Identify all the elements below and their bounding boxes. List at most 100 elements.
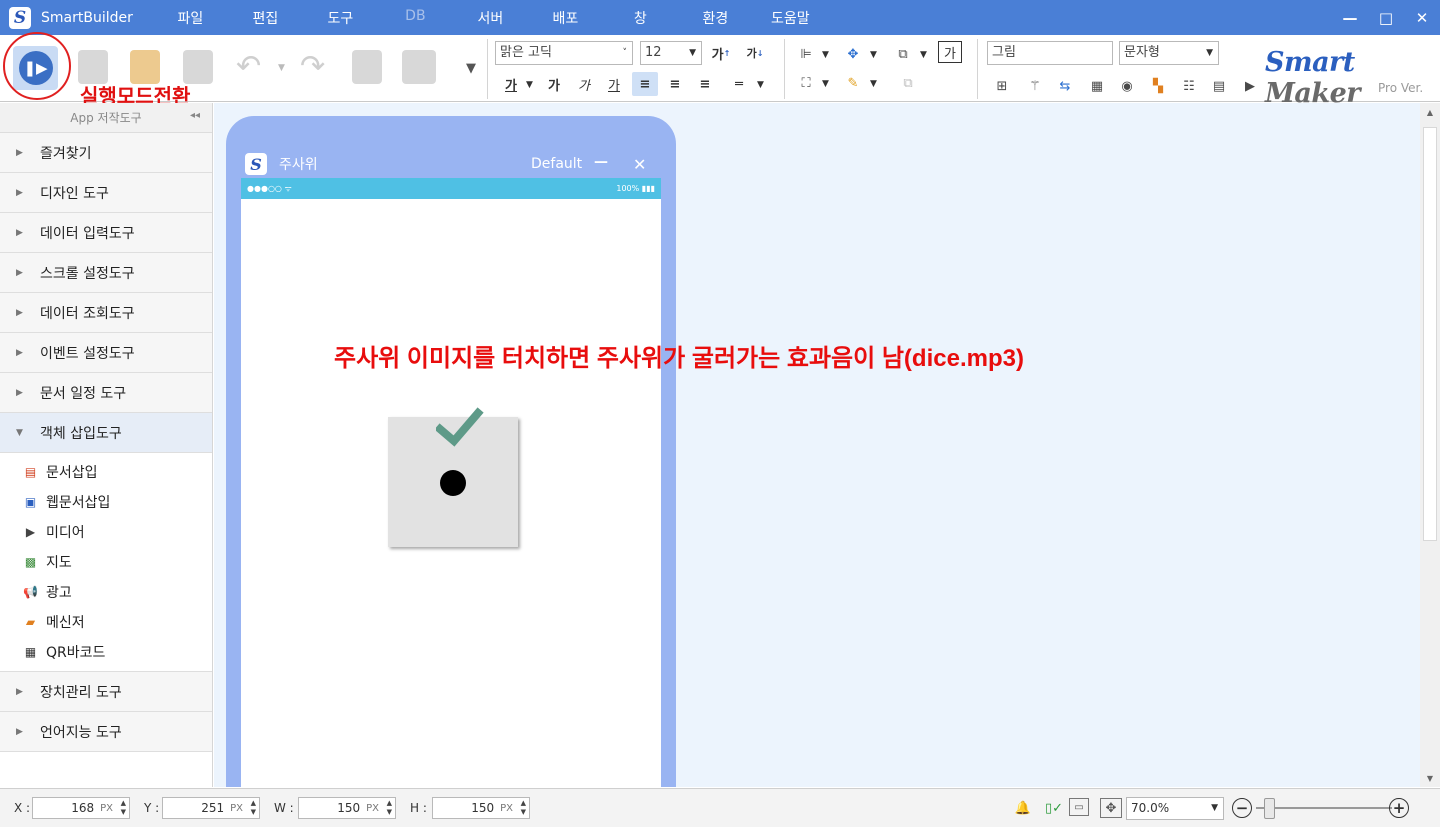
tool-media[interactable]: ▶ 미디어: [0, 517, 212, 547]
maximize-button[interactable]: □: [1368, 0, 1404, 35]
copy-icon[interactable]: [352, 50, 382, 84]
fill-bucket-icon[interactable]: ⛶: [796, 74, 816, 92]
menu-server[interactable]: 서버: [453, 8, 528, 28]
calendar-icon[interactable]: ▦: [1087, 77, 1107, 95]
bell-icon[interactable]: 🔔: [1012, 798, 1034, 818]
scroll-thumb[interactable]: [1423, 127, 1437, 541]
pen-dropdown-icon[interactable]: ▼: [870, 79, 877, 89]
menu-db[interactable]: DB: [378, 8, 453, 28]
palette-icon[interactable]: ▚: [1148, 77, 1168, 95]
category-event-settings[interactable]: ▶ 이벤트 설정도구: [0, 333, 212, 373]
height-input[interactable]: 150 PX ▲ ▼: [432, 797, 530, 819]
font-grow-button[interactable]: 가 ↑: [708, 41, 734, 65]
phone-screen[interactable]: [241, 199, 661, 787]
category-data-input[interactable]: ▶ 데이터 입력도구: [0, 213, 212, 253]
object-type-field[interactable]: 그림: [987, 41, 1113, 65]
undo-icon[interactable]: ↶: [236, 49, 261, 84]
zoom-slider-thumb[interactable]: [1264, 798, 1275, 819]
tool-qr-barcode[interactable]: ▦ QR바코드: [0, 637, 212, 667]
fit-screen-icon[interactable]: ✥: [1100, 798, 1122, 818]
y-spinner-icon[interactable]: ▲ ▼: [251, 799, 256, 817]
fill-dropdown-icon[interactable]: ▼: [822, 79, 829, 89]
vertical-scrollbar[interactable]: ▲ ▼: [1420, 103, 1440, 787]
save-icon[interactable]: [183, 50, 213, 84]
category-device-management[interactable]: ▶ 장치관리 도구: [0, 672, 212, 712]
toolbar-more-icon[interactable]: ▼: [466, 61, 476, 76]
category-scroll-settings[interactable]: ▶ 스크롤 설정도구: [0, 253, 212, 293]
tool-messenger[interactable]: ▰ 메신저: [0, 607, 212, 637]
layer-order-dropdown-icon[interactable]: ▼: [920, 50, 927, 60]
width-input[interactable]: 150 PX ▲ ▼: [298, 797, 396, 819]
h-spinner-icon[interactable]: ▲ ▼: [521, 799, 526, 817]
magic-wand-icon[interactable]: ⚚: [1025, 77, 1045, 95]
line-style-button[interactable]: ═: [724, 72, 754, 96]
text-box-button[interactable]: 가: [938, 41, 962, 63]
collapse-sidebar-icon[interactable]: ◂◂: [190, 110, 200, 121]
swap-icon[interactable]: ⇆: [1055, 77, 1075, 95]
device-minimize-button[interactable]: —: [594, 154, 608, 170]
align-objects-icon[interactable]: ⊫: [796, 45, 816, 63]
group-icon[interactable]: ⧉: [898, 74, 918, 92]
bold-button[interactable]: 가: [541, 72, 567, 96]
zoom-slider-track[interactable]: [1256, 807, 1392, 809]
redo-icon[interactable]: ↷: [300, 49, 325, 84]
tool-ad[interactable]: 📢 광고: [0, 577, 212, 607]
x-spinner-icon[interactable]: ▲ ▼: [121, 799, 126, 817]
y-input[interactable]: 251 PX ▲ ▼: [162, 797, 260, 819]
menu-settings[interactable]: 환경: [678, 8, 753, 28]
pen-color-icon[interactable]: ✎: [843, 74, 863, 92]
move-icon[interactable]: ✥: [843, 45, 863, 63]
align-right-button[interactable]: ≡: [692, 72, 718, 96]
underline-button[interactable]: 가: [601, 72, 627, 96]
device-check-icon[interactable]: ▯✓: [1043, 798, 1065, 818]
line-style-dropdown-icon[interactable]: ▼: [757, 80, 764, 90]
font-color-button[interactable]: 가: [498, 72, 524, 96]
font-color-dropdown-icon[interactable]: ▼: [526, 80, 533, 90]
menu-window[interactable]: 창: [603, 8, 678, 28]
scroll-up-icon[interactable]: ▲: [1420, 103, 1440, 121]
category-favorites[interactable]: ▶ 즐겨찾기: [0, 133, 212, 173]
layout-icon[interactable]: ⊞: [992, 77, 1012, 95]
category-object-insert[interactable]: ▼ 객체 삽입도구: [0, 413, 212, 453]
list-icon[interactable]: ☷: [1179, 77, 1199, 95]
window-icon[interactable]: ▭: [1069, 798, 1089, 816]
open-folder-icon[interactable]: [130, 50, 160, 84]
menu-help[interactable]: 도움말: [753, 8, 828, 28]
device-profile-label[interactable]: Default: [531, 156, 582, 172]
font-family-select[interactable]: 맑은 고딕 ˅: [495, 41, 633, 65]
menu-deploy[interactable]: 배포: [528, 8, 603, 28]
category-data-query[interactable]: ▶ 데이터 조회도구: [0, 293, 212, 333]
font-size-select[interactable]: 12 ▼: [640, 41, 702, 65]
x-input[interactable]: 168 PX ▲ ▼: [32, 797, 130, 819]
font-shrink-button[interactable]: 가 ↓: [742, 41, 768, 65]
category-document-schedule[interactable]: ▶ 문서 일정 도구: [0, 373, 212, 413]
zoom-out-button[interactable]: −: [1232, 798, 1252, 818]
text-type-select[interactable]: 문자형 ▼: [1119, 41, 1219, 65]
italic-button[interactable]: 가: [571, 72, 597, 96]
menu-tools[interactable]: 도구: [303, 8, 378, 28]
page-icon[interactable]: ▤: [1209, 77, 1229, 95]
dice-image[interactable]: [388, 407, 518, 547]
scroll-down-icon[interactable]: ▼: [1420, 769, 1440, 787]
design-canvas[interactable]: S 주사위 Default — ✕ ●●●○○ ᯤ 100% ▮▮▮ 주사위 이…: [214, 103, 1420, 787]
align-objects-dropdown-icon[interactable]: ▼: [822, 50, 829, 60]
paste-icon[interactable]: [402, 50, 436, 84]
lock-icon[interactable]: [78, 50, 108, 84]
minimize-button[interactable]: —: [1332, 0, 1368, 35]
move-dropdown-icon[interactable]: ▼: [870, 50, 877, 60]
menu-edit[interactable]: 편집: [228, 8, 303, 28]
eye-icon[interactable]: ◉: [1117, 77, 1137, 95]
layer-order-icon[interactable]: ⧉: [893, 45, 913, 63]
zoom-select[interactable]: 70.0% ▼: [1126, 797, 1224, 820]
tool-map[interactable]: ▩ 지도: [0, 547, 212, 577]
menu-file[interactable]: 파일: [153, 8, 228, 28]
tool-document-insert[interactable]: ▤ 문서삽입: [0, 457, 212, 487]
align-left-button[interactable]: ≡: [632, 72, 658, 96]
category-language-ai[interactable]: ▶ 언어지능 도구: [0, 712, 212, 752]
undo-dropdown-icon[interactable]: ▼: [278, 63, 285, 73]
w-spinner-icon[interactable]: ▲ ▼: [387, 799, 392, 817]
preview-play-icon[interactable]: ▶: [1240, 77, 1260, 95]
device-close-button[interactable]: ✕: [633, 155, 646, 174]
category-design-tools[interactable]: ▶ 디자인 도구: [0, 173, 212, 213]
close-button[interactable]: ✕: [1404, 0, 1440, 35]
